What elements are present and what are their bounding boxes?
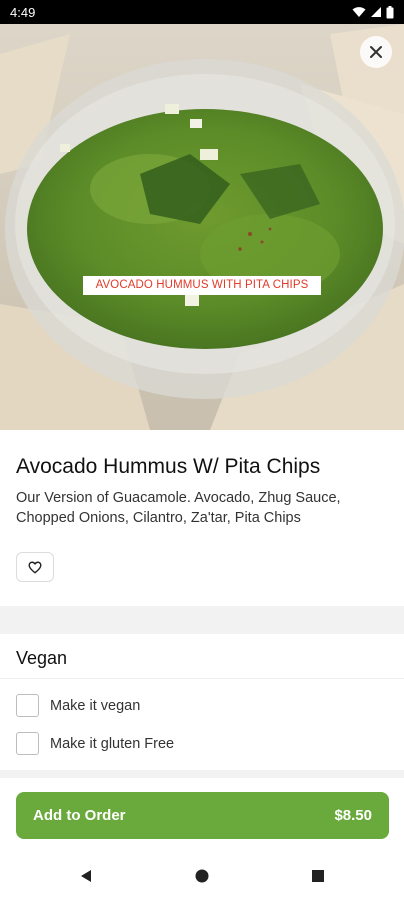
option-make-it-gluten-free[interactable]: Make it gluten Free — [16, 732, 174, 755]
section-title-vegan: Vegan — [16, 648, 68, 668]
status-icons — [352, 5, 394, 19]
bottom-divider — [0, 770, 404, 778]
option-make-it-vegan[interactable]: Make it vegan — [16, 694, 140, 717]
nav-recents-icon — [312, 870, 324, 882]
cellular-icon — [371, 7, 381, 17]
add-to-order-label: Add to Order — [33, 807, 126, 824]
nav-home-icon — [195, 869, 209, 883]
item-photo-illustration — [0, 24, 404, 430]
battery-icon — [386, 5, 394, 18]
item-photo: AVOCADO HUMMUS WITH PITA CHIPS — [0, 24, 404, 430]
heart-outline-icon — [28, 561, 42, 573]
item-title: Avocado Hummus W/ Pita Chips — [16, 455, 321, 478]
nav-home-button[interactable] — [190, 864, 214, 888]
checkbox-make-it-vegan[interactable] — [16, 694, 39, 717]
option-label: Make it vegan — [50, 697, 141, 714]
status-time: 4:49 — [10, 4, 36, 20]
photo-caption: AVOCADO HUMMUS WITH PITA CHIPS — [83, 276, 321, 295]
item-description: Our Version of Guacamole. Avocado, Zhug … — [16, 490, 341, 526]
section-divider — [0, 606, 404, 634]
wifi-icon — [352, 7, 366, 17]
nav-recents-button[interactable] — [306, 864, 330, 888]
checkbox-make-it-gluten-free[interactable] — [16, 732, 39, 755]
add-to-order-button[interactable]: Add to Order $8.50 — [16, 792, 389, 839]
system-nav-bar — [0, 852, 404, 900]
favorite-button[interactable] — [16, 552, 54, 582]
status-bar: 4:49 — [0, 0, 404, 24]
option-label: Make it gluten Free — [50, 735, 175, 752]
close-icon — [370, 46, 382, 58]
close-button[interactable] — [360, 36, 392, 68]
nav-back-icon — [81, 870, 91, 882]
add-to-order-price: $8.50 — [334, 807, 372, 824]
nav-back-button[interactable] — [74, 864, 98, 888]
section-line — [0, 678, 404, 679]
